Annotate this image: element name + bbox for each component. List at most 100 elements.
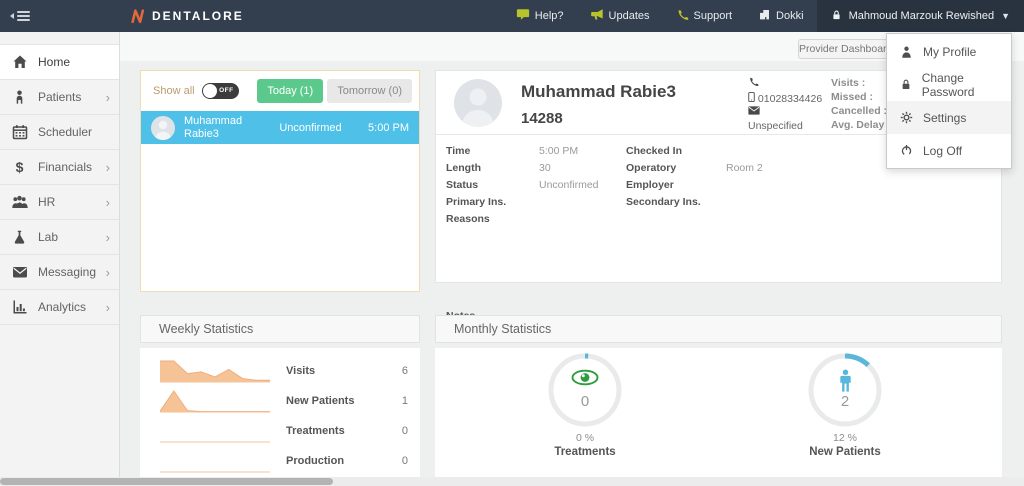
nav-link-label: Updates xyxy=(608,10,650,22)
sidebar-item-scheduler[interactable]: Scheduler xyxy=(0,115,119,150)
tab-today[interactable]: Today (1) xyxy=(257,79,324,103)
people-group-icon xyxy=(11,194,28,211)
appointments-panel: Show all OFF Today (1) Tomorrow (0) Muha… xyxy=(140,70,420,292)
nav-link-label: Dokki xyxy=(776,10,804,22)
menu-item-label: Change Password xyxy=(921,70,975,99)
monthly-statistics-header: Monthly Statistics xyxy=(435,315,1002,343)
home-icon xyxy=(11,54,28,71)
gauge-count: 0 xyxy=(580,393,590,410)
toggle-state-label: OFF xyxy=(219,87,234,94)
sidebar-item-financials[interactable]: $ Financials › xyxy=(0,150,119,185)
weekly-row-label: New Patients xyxy=(286,395,355,407)
sidebar-item-patients[interactable]: Patients › xyxy=(0,80,119,115)
top-navbar: DENTALORE Help? Updates Support Dokki Ma… xyxy=(0,0,1024,32)
sidebar-item-lab[interactable]: Lab › xyxy=(0,220,119,255)
chevron-right-icon: › xyxy=(105,194,110,210)
weekly-row-value: 1 xyxy=(401,395,408,407)
nav-support-link[interactable]: Support xyxy=(663,0,746,32)
gauge-new-patients: 2 12 % New Patients xyxy=(775,352,915,458)
gear-icon xyxy=(900,110,914,125)
gauge-treatments: 0 0 % Treatments xyxy=(515,352,655,458)
sparkline-chart xyxy=(160,448,270,474)
sidebar-item-messaging[interactable]: Messaging › xyxy=(0,255,119,290)
calendar-icon xyxy=(11,124,28,141)
user-menu-trigger[interactable]: Mahmoud Marzouk Rewished ▼ xyxy=(816,0,1024,32)
patient-icon xyxy=(11,89,28,106)
user-lock-icon xyxy=(831,9,842,24)
sparkline-chart xyxy=(160,358,270,384)
menu-item-label: Log Off xyxy=(923,143,963,158)
weekly-row-value: 0 xyxy=(401,425,408,437)
monthly-statistics-panel: 0 0 % Treatments 2 12 % New Patients xyxy=(435,348,1002,486)
power-icon xyxy=(900,143,914,158)
field-secondary-ins: Secondary Ins. xyxy=(626,195,701,208)
chat-bubble-icon xyxy=(516,8,530,24)
menu-item-my-profile[interactable]: My Profile xyxy=(887,35,1011,68)
field-checked-in: Checked In xyxy=(626,144,683,157)
chevron-right-icon: › xyxy=(105,89,110,105)
dollar-icon: $ xyxy=(11,159,28,176)
mobile-phone-icon xyxy=(748,91,755,105)
eye-icon xyxy=(515,369,655,386)
appointment-status: Unconfirmed xyxy=(279,121,342,134)
nav-help-link[interactable]: Help? xyxy=(503,0,577,32)
horizontal-scrollbar xyxy=(0,477,1024,486)
patient-email: Unspecified xyxy=(748,119,803,132)
weekly-row-value: 0 xyxy=(401,455,408,467)
field-operatory: Operatory Room 2 xyxy=(626,161,763,174)
sidebar: Home Patients › Scheduler $ Financials ›… xyxy=(0,32,120,486)
gauge-percent: 0 % xyxy=(575,432,595,444)
user-dropdown-menu: My Profile Change Password Settings Log … xyxy=(886,33,1012,169)
app-logo: DENTALORE xyxy=(130,8,244,24)
sidebar-item-label: Financials xyxy=(38,160,93,174)
sidebar-item-label: Messaging xyxy=(38,265,97,279)
sparkline-chart xyxy=(159,388,270,414)
brand-text: DENTALORE xyxy=(152,9,244,23)
nav-updates-link[interactable]: Updates xyxy=(577,0,663,32)
provider-dashboard-button[interactable]: Provider Dashboard xyxy=(798,39,892,59)
gauge-label: Treatments xyxy=(554,446,616,458)
tab-tomorrow[interactable]: Tomorrow (0) xyxy=(327,79,412,103)
svg-text:$: $ xyxy=(16,159,24,175)
sidebar-item-home[interactable]: Home xyxy=(0,45,119,80)
patient-avatar xyxy=(454,79,502,127)
patient-contact-block: 01028334426 Unspecified xyxy=(748,76,822,133)
weekly-row-production: Production 0 xyxy=(140,446,420,476)
sidebar-item-label: Scheduler xyxy=(38,125,93,139)
patient-visit-stats: Visits : Missed : Cancelled : Avg. Delay… xyxy=(831,76,891,132)
sidebar-item-hr[interactable]: HR › xyxy=(0,185,119,220)
chevron-right-icon: › xyxy=(105,159,110,175)
nav-clinic-link[interactable]: Dokki xyxy=(745,0,817,32)
show-all-toggle[interactable]: OFF xyxy=(201,83,239,99)
sidebar-item-label: Patients xyxy=(38,90,82,104)
appointment-row[interactable]: Muhammad Rabie3 Unconfirmed 5:00 PM xyxy=(141,111,419,144)
weekly-row-label: Visits xyxy=(286,365,316,377)
menu-item-log-off[interactable]: Log Off xyxy=(887,134,1011,167)
sidebar-item-label: HR xyxy=(38,195,56,209)
sidebar-item-analytics[interactable]: Analytics › xyxy=(0,290,119,325)
weekly-statistics-header: Weekly Statistics xyxy=(140,315,420,343)
envelope-icon xyxy=(748,106,822,120)
sidebar-item-label: Analytics xyxy=(38,300,87,314)
phone-receiver-icon xyxy=(748,76,822,92)
envelope-icon xyxy=(11,264,28,281)
scrollbar-thumb[interactable] xyxy=(0,478,333,485)
gauge-label: New Patients xyxy=(809,446,881,458)
patient-mobile: 01028334426 xyxy=(757,92,823,105)
weekly-statistics-panel: Visits 6 New Patients 1 Treatments 0 Pro… xyxy=(140,348,420,486)
show-all-label: Show all xyxy=(153,85,195,97)
megaphone-icon xyxy=(590,8,604,24)
toggle-knob xyxy=(202,84,217,98)
menu-item-label: My Profile xyxy=(923,44,977,59)
field-reasons: Reasons xyxy=(446,212,490,225)
chevron-right-icon: › xyxy=(105,264,110,280)
sidebar-item-label: Home xyxy=(38,55,71,69)
menu-item-settings[interactable]: Settings xyxy=(887,101,1011,134)
sidebar-collapse-button[interactable] xyxy=(10,11,30,21)
building-icon xyxy=(758,8,771,24)
menu-item-change-password[interactable]: Change Password xyxy=(887,68,1011,101)
stat-missed-label: Missed : xyxy=(831,91,874,103)
nav-link-label: Help? xyxy=(534,10,564,22)
brand-mark-icon xyxy=(131,9,145,24)
stat-visits-label: Visits : xyxy=(831,77,866,89)
